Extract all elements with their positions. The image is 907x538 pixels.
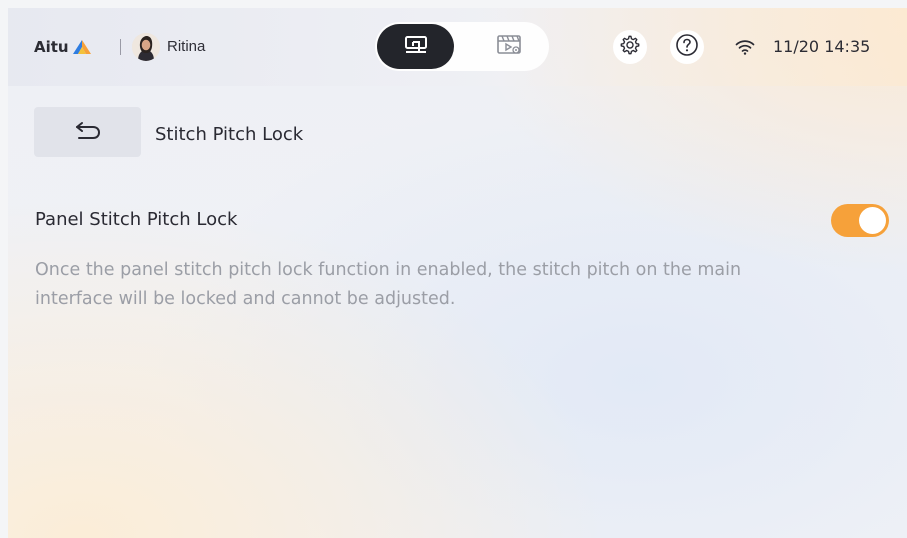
help-button[interactable] bbox=[670, 30, 704, 64]
user-name: Ritina bbox=[167, 38, 206, 55]
wifi-icon bbox=[735, 39, 755, 59]
settings-button[interactable] bbox=[613, 30, 647, 64]
setting-description: Once the panel stitch pitch lock functio… bbox=[35, 260, 742, 309]
app-frame: Aitu Ritina 11/20 14:35 Stitch Pitch Loc… bbox=[8, 8, 907, 538]
page-title: Stitch Pitch Lock bbox=[155, 124, 304, 145]
sewing-mode-button[interactable] bbox=[377, 24, 454, 69]
clock: 11/20 14:35 bbox=[773, 37, 871, 56]
preview-mode-button[interactable] bbox=[471, 24, 547, 69]
brand-logo: Aitu bbox=[34, 38, 92, 56]
stitch-pitch-lock-toggle[interactable] bbox=[831, 204, 889, 237]
top-bar: Aitu Ritina 11/20 14:35 bbox=[8, 8, 907, 86]
avatar[interactable] bbox=[132, 33, 160, 61]
toggle-knob bbox=[859, 207, 886, 234]
brand-mark-icon bbox=[72, 39, 92, 55]
back-button[interactable] bbox=[34, 107, 141, 157]
video-preview-icon bbox=[495, 33, 523, 61]
gear-icon bbox=[619, 34, 641, 60]
mode-switch bbox=[375, 22, 549, 71]
back-arrow-icon bbox=[73, 119, 103, 145]
sewing-machine-icon bbox=[403, 34, 429, 60]
help-icon bbox=[675, 33, 699, 61]
setting-label: Panel Stitch Pitch Lock bbox=[35, 209, 238, 230]
brand-name: Aitu bbox=[34, 38, 69, 56]
header-divider bbox=[120, 39, 121, 55]
